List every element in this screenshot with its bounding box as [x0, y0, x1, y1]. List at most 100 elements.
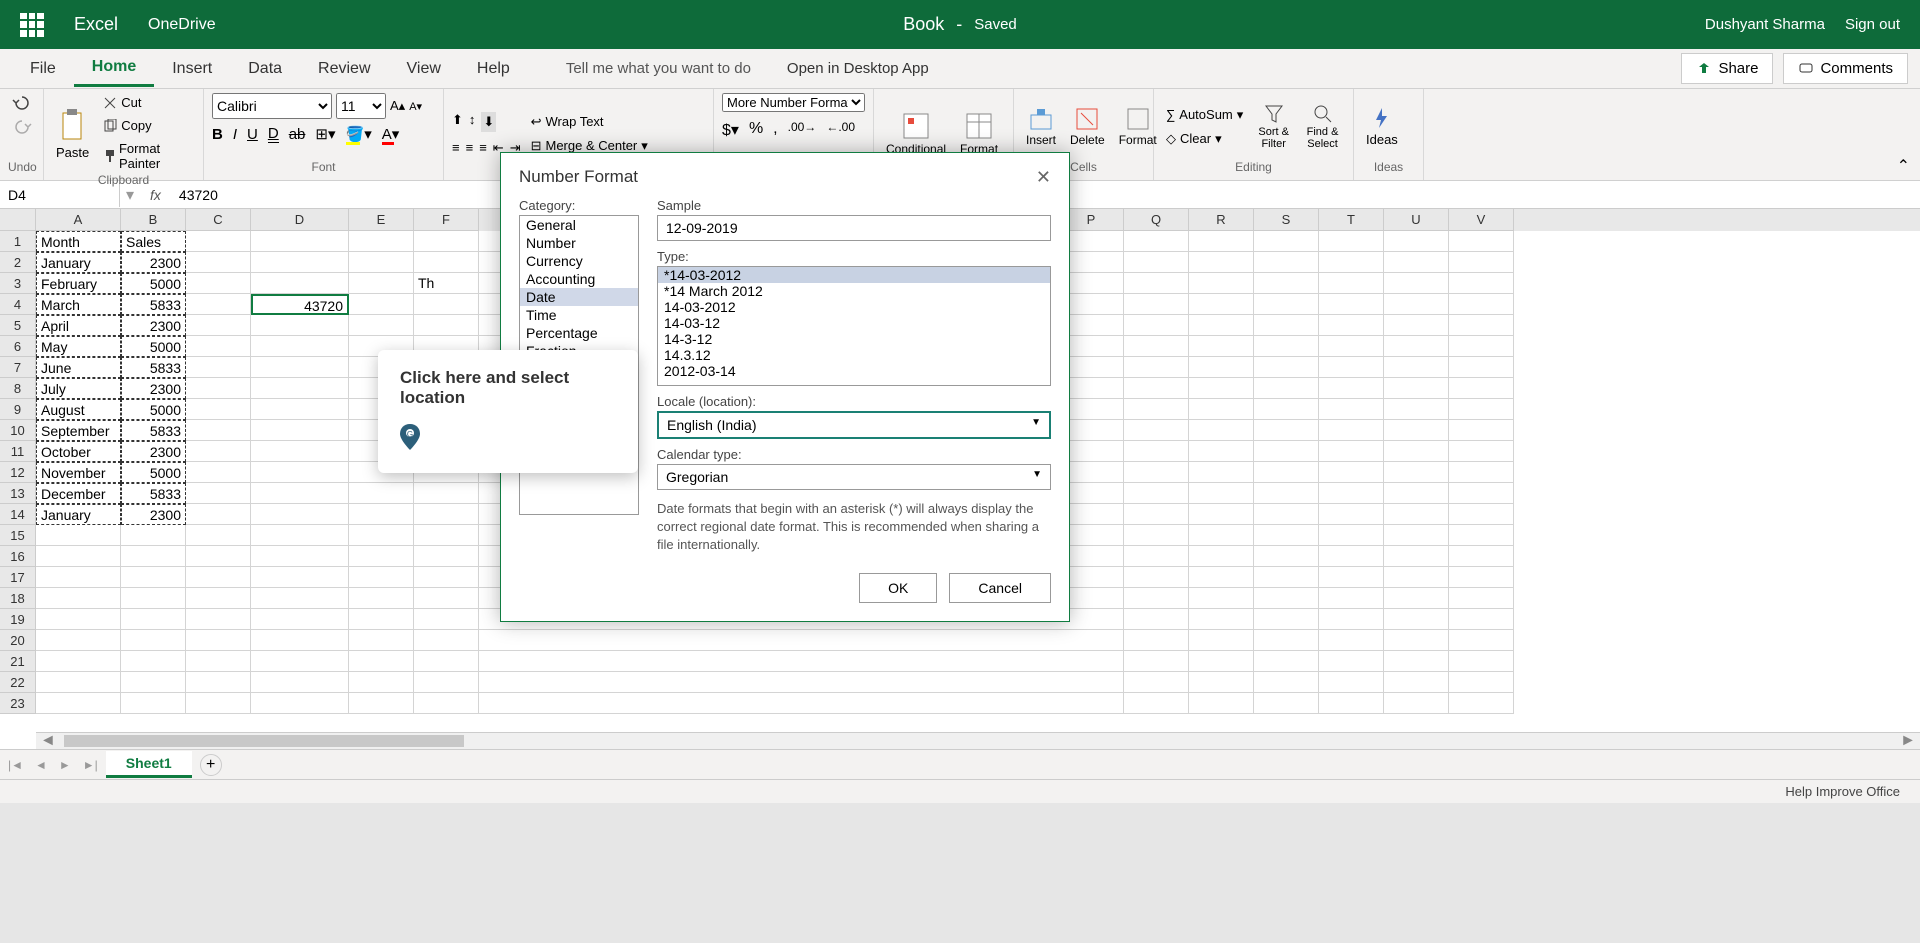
cell[interactable] [121, 546, 186, 567]
row-header[interactable]: 18 [0, 588, 36, 609]
cell[interactable] [1189, 483, 1254, 504]
decrease-decimal-icon[interactable]: ←.00 [826, 120, 855, 140]
cell[interactable] [1449, 273, 1514, 294]
cell[interactable] [1319, 672, 1384, 693]
cell[interactable] [251, 252, 349, 273]
cell[interactable] [1449, 567, 1514, 588]
row-header[interactable]: 12 [0, 462, 36, 483]
cell[interactable] [186, 462, 251, 483]
insert-cells-button[interactable]: Insert [1022, 103, 1060, 151]
onedrive-label[interactable]: OneDrive [148, 16, 216, 34]
ok-button[interactable]: OK [859, 573, 937, 603]
cell[interactable] [1254, 546, 1319, 567]
cell[interactable] [1384, 231, 1449, 252]
paste-button[interactable]: Paste [52, 103, 93, 164]
cell[interactable] [349, 567, 414, 588]
cell[interactable] [1124, 483, 1189, 504]
cell[interactable] [186, 504, 251, 525]
cell[interactable] [1384, 378, 1449, 399]
cell[interactable] [36, 588, 121, 609]
user-name[interactable]: Dushyant Sharma [1705, 16, 1825, 33]
cell[interactable] [1124, 315, 1189, 336]
cell[interactable] [1189, 672, 1254, 693]
cell[interactable] [1254, 609, 1319, 630]
cell[interactable] [414, 672, 479, 693]
cell[interactable] [186, 609, 251, 630]
cell[interactable] [1254, 294, 1319, 315]
cell[interactable]: 2300 [121, 315, 186, 336]
col-header[interactable]: T [1319, 209, 1384, 231]
cell[interactable] [186, 357, 251, 378]
cell[interactable] [36, 651, 121, 672]
cell[interactable]: June [36, 357, 121, 378]
cell[interactable] [1189, 231, 1254, 252]
cell[interactable]: 2300 [121, 378, 186, 399]
cell[interactable] [1254, 420, 1319, 441]
type-item[interactable]: 14.3.12 [658, 347, 1050, 363]
cell[interactable] [1254, 357, 1319, 378]
sheet-nav-last-icon[interactable]: ►| [83, 758, 98, 772]
cell[interactable] [251, 336, 349, 357]
category-item[interactable]: Time [520, 306, 638, 324]
cell[interactable] [349, 672, 414, 693]
row-header[interactable]: 16 [0, 546, 36, 567]
cell[interactable] [1124, 378, 1189, 399]
undo-icon[interactable] [12, 93, 32, 111]
col-header[interactable]: F [414, 209, 479, 231]
cell[interactable] [186, 651, 251, 672]
cell[interactable] [1124, 546, 1189, 567]
cell[interactable] [1254, 504, 1319, 525]
number-format-select[interactable]: More Number Formats.. [722, 93, 865, 112]
cell[interactable] [36, 630, 121, 651]
cell[interactable] [349, 546, 414, 567]
cell[interactable] [349, 231, 414, 252]
fill-color-button[interactable]: 🪣▾ [346, 125, 372, 143]
cell[interactable] [414, 252, 479, 273]
cell[interactable] [1384, 609, 1449, 630]
cell[interactable] [1384, 672, 1449, 693]
cell[interactable] [186, 273, 251, 294]
cell[interactable] [1319, 357, 1384, 378]
cell[interactable] [1059, 651, 1124, 672]
cell[interactable] [251, 546, 349, 567]
cell[interactable] [251, 231, 349, 252]
cell[interactable] [1319, 378, 1384, 399]
cell[interactable] [186, 336, 251, 357]
row-header[interactable]: 13 [0, 483, 36, 504]
cell[interactable] [1384, 483, 1449, 504]
cell[interactable] [251, 357, 349, 378]
type-item[interactable]: 2012-03-14 [658, 363, 1050, 379]
category-item[interactable]: Accounting [520, 270, 638, 288]
font-name-select[interactable]: Calibri [212, 93, 332, 119]
cell[interactable] [1254, 315, 1319, 336]
tab-insert[interactable]: Insert [154, 52, 230, 86]
cell[interactable] [1189, 399, 1254, 420]
type-listbox[interactable]: *14-03-2012*14 March 201214-03-201214-03… [657, 266, 1051, 386]
cell[interactable] [251, 420, 349, 441]
cell[interactable] [1319, 504, 1384, 525]
cell[interactable] [414, 294, 479, 315]
category-item[interactable]: Date [520, 288, 638, 306]
cell[interactable] [1059, 672, 1124, 693]
cell[interactable]: May [36, 336, 121, 357]
cell[interactable] [414, 315, 479, 336]
cell[interactable] [251, 588, 349, 609]
cell[interactable] [1124, 252, 1189, 273]
cell[interactable] [251, 630, 349, 651]
col-header[interactable]: R [1189, 209, 1254, 231]
cell[interactable] [186, 546, 251, 567]
cell[interactable] [1449, 483, 1514, 504]
tab-data[interactable]: Data [230, 52, 300, 86]
row-header[interactable]: 15 [0, 525, 36, 546]
cell[interactable] [1449, 588, 1514, 609]
category-item[interactable]: Number [520, 234, 638, 252]
cell[interactable] [1254, 252, 1319, 273]
increase-font-icon[interactable]: A▴ [390, 98, 405, 114]
percent-icon[interactable]: % [749, 120, 763, 140]
col-header[interactable]: E [349, 209, 414, 231]
cell[interactable] [251, 609, 349, 630]
delete-cells-button[interactable]: Delete [1066, 103, 1109, 151]
sheet-nav-next-icon[interactable]: ► [59, 758, 71, 772]
cell[interactable] [1384, 504, 1449, 525]
cell[interactable] [1319, 315, 1384, 336]
